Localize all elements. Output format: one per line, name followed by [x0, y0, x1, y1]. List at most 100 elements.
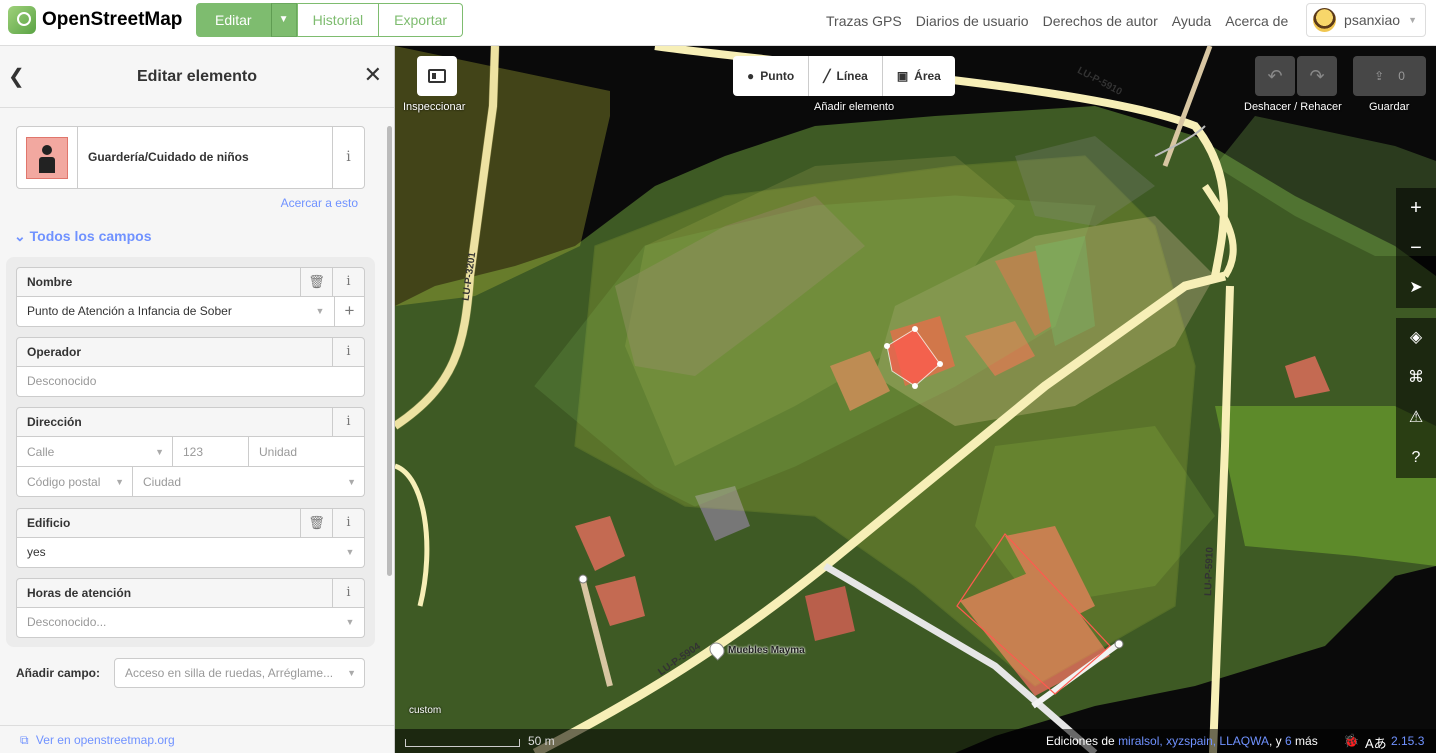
osm-logo[interactable]: OpenStreetMap: [8, 6, 182, 34]
secondary-nav: Trazas GPS Diarios de usuario Derechos d…: [826, 13, 1288, 29]
osm-logo-icon: [8, 6, 36, 34]
chevron-down-icon[interactable]: ▼: [336, 538, 364, 567]
map-canvas[interactable]: Inspeccionar ● Punto ╱ Línea ▣ Área Añad…: [395, 46, 1436, 753]
version-number[interactable]: 2.15.3: [1391, 734, 1424, 748]
area-icon: ▣: [896, 69, 909, 83]
undo-icon[interactable]: ↶: [1255, 56, 1295, 96]
zoom-in-icon[interactable]: +: [1396, 188, 1436, 228]
chevron-down-icon[interactable]: ▼: [306, 297, 334, 326]
add-area-button[interactable]: ▣ Área: [883, 56, 955, 96]
add-field-combobox[interactable]: Acceso en silla de ruedas, Arréglame... …: [114, 658, 365, 688]
sidebar-toggle-icon: [428, 69, 446, 83]
add-area-label: Área: [914, 69, 941, 83]
chevron-down-icon[interactable]: ▼: [336, 608, 364, 637]
info-icon[interactable]: i: [332, 127, 364, 188]
help-icon[interactable]: ?: [1396, 438, 1436, 478]
imagery-source-label: custom: [409, 705, 442, 716]
external-link-icon: ⧉: [20, 733, 29, 747]
trash-icon[interactable]: 🗑: [300, 509, 332, 537]
unit-input[interactable]: Unidad: [249, 437, 364, 466]
view-on-osm-link[interactable]: Ver en openstreetmap.org: [36, 733, 175, 747]
name-value[interactable]: Punto de Atención a Infancia de Sober: [17, 297, 306, 326]
shop-pin-icon: [706, 639, 728, 661]
building-value[interactable]: yes: [17, 538, 336, 567]
line-icon: ╱: [823, 69, 831, 83]
field-label-row: Horas de atención i: [16, 578, 365, 608]
add-field-row: Añadir campo: Acceso en silla de ruedas,…: [16, 658, 365, 688]
info-icon[interactable]: i: [332, 338, 364, 366]
city-input[interactable]: Ciudad ▼: [133, 467, 364, 496]
name-input[interactable]: Punto de Atención a Infancia de Sober ▼ …: [16, 297, 365, 327]
map-data-icon[interactable]: ⌘: [1396, 358, 1436, 398]
nav-user-diaries[interactable]: Diarios de usuario: [916, 13, 1029, 29]
user-menu[interactable]: psanxiao ▼: [1306, 3, 1426, 37]
upload-icon: ⇪: [1374, 69, 1385, 83]
scale-text: 50 m: [528, 734, 555, 748]
language-icon[interactable]: Aあ: [1365, 733, 1387, 752]
chevron-down-icon: ▼: [1408, 15, 1417, 25]
redo-icon[interactable]: ↷: [1297, 56, 1337, 96]
bug-report-icon[interactable]: 🐞: [1343, 733, 1359, 749]
childcare-icon: [26, 136, 68, 179]
nav-copyright[interactable]: Derechos de autor: [1043, 13, 1158, 29]
nav-gps-traces[interactable]: Trazas GPS: [826, 13, 902, 29]
edit-attribution: Ediciones de miralsol, xyzspain, LLAQWA,…: [1046, 734, 1318, 748]
poi-label: Muebles Mayma: [728, 644, 805, 656]
chevron-down-icon[interactable]: ▼: [347, 477, 356, 487]
zoom-to-link[interactable]: Acercar a esto: [281, 196, 358, 210]
add-field-placeholder: Acceso en silla de ruedas, Arréglame...: [125, 666, 334, 680]
operator-input[interactable]: Desconocido: [16, 367, 365, 397]
housenumber-input[interactable]: 123: [173, 437, 249, 466]
nav-about[interactable]: Acerca de: [1225, 13, 1288, 29]
chevron-down-icon[interactable]: ▼: [115, 477, 124, 487]
osm-logo-text: OpenStreetMap: [42, 9, 183, 30]
attribution-more-count[interactable]: 6: [1285, 734, 1292, 748]
add-line-label: Línea: [836, 69, 868, 83]
poi-furniture-shop[interactable]: Muebles Mayma: [706, 639, 805, 661]
field-operator: Operador i Desconocido: [16, 337, 365, 397]
chevron-down-icon[interactable]: ▼: [155, 447, 164, 457]
opening-hours-input[interactable]: Desconocido... ▼: [16, 608, 365, 638]
add-point-button[interactable]: ● Punto: [733, 56, 810, 96]
info-icon[interactable]: i: [332, 509, 364, 537]
field-label-row: Edificio 🗑 i: [16, 508, 365, 538]
field-label: Operador: [27, 345, 82, 359]
sidebar-scrollbar[interactable]: [387, 126, 392, 576]
history-button[interactable]: Historial: [296, 3, 380, 37]
attribution-users[interactable]: miralsol, xyzspain, LLAQWA: [1118, 734, 1269, 748]
edit-button[interactable]: Editar: [196, 3, 271, 37]
attribution-and: , y: [1269, 734, 1282, 748]
field-label-row: Nombre 🗑 i: [16, 267, 365, 297]
postcode-input[interactable]: Código postal ▼: [17, 467, 133, 496]
nav-help[interactable]: Ayuda: [1172, 13, 1211, 29]
preset-selector[interactable]: Guardería/Cuidado de niños i: [16, 126, 365, 189]
add-line-button[interactable]: ╱ Línea: [809, 56, 883, 96]
building-select[interactable]: yes ▼: [16, 538, 365, 568]
operator-placeholder[interactable]: Desconocido: [17, 367, 364, 396]
all-fields-toggle[interactable]: ⌄ Todos los campos: [14, 228, 152, 245]
save-button[interactable]: ⇪ 0: [1353, 56, 1426, 96]
attribution-prefix: Ediciones de: [1046, 734, 1115, 748]
scale-bar[interactable]: [405, 739, 520, 747]
close-icon[interactable]: ✕: [364, 62, 382, 88]
opening-hours-placeholder[interactable]: Desconocido...: [17, 608, 336, 637]
inspect-toggle-button[interactable]: [417, 56, 457, 96]
export-button[interactable]: Exportar: [379, 3, 464, 37]
chevron-down-icon[interactable]: ▼: [347, 668, 356, 678]
layers-icon[interactable]: ◈: [1396, 318, 1436, 358]
add-localized-name-icon[interactable]: +: [334, 297, 364, 326]
trash-icon[interactable]: 🗑: [300, 268, 332, 296]
top-navigation-bar: OpenStreetMap Editar ▼ Historial Exporta…: [0, 0, 1436, 46]
street-input[interactable]: Calle ▼: [17, 437, 173, 466]
geolocate-icon[interactable]: ➤: [1396, 268, 1436, 308]
info-icon[interactable]: i: [332, 268, 364, 296]
issues-warning-icon[interactable]: ⚠: [1396, 398, 1436, 438]
preset-name: Guardería/Cuidado de niños: [88, 150, 249, 164]
sidebar-title: Editar elemento: [136, 68, 258, 85]
zoom-out-icon[interactable]: −: [1396, 228, 1436, 268]
info-icon[interactable]: i: [332, 579, 364, 607]
edit-dropdown-caret-icon[interactable]: ▼: [270, 3, 297, 37]
sidebar-footer: ⧉ Ver en openstreetmap.org: [0, 725, 394, 753]
info-icon[interactable]: i: [332, 408, 364, 436]
save-label: Guardar: [1369, 101, 1410, 113]
